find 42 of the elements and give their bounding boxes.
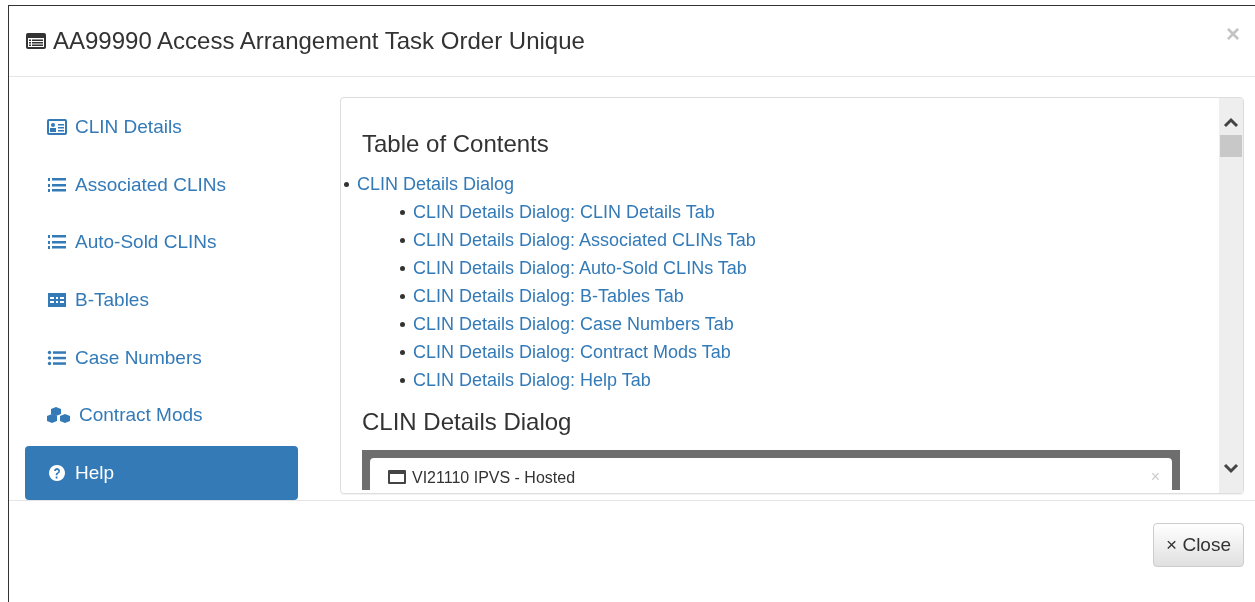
sidebar-item[interactable]: Case Numbers (25, 330, 298, 385)
sidebar-item[interactable]: Associated CLINs (25, 157, 298, 212)
sidebar-item[interactable]: B-Tables (25, 273, 298, 327)
table-icon (47, 291, 67, 309)
toc-link[interactable]: CLIN Details Dialog: Associated CLINs Tab (413, 226, 756, 254)
window-list-icon (25, 32, 47, 50)
list-icon (47, 348, 67, 367)
bullet-icon (400, 349, 405, 355)
bullet-icon (400, 293, 405, 299)
sidebar-item[interactable]: Contract Mods (25, 388, 298, 443)
bullet-icon (400, 265, 405, 271)
dialog-title: VI21110 IPVS - Hosted (412, 470, 577, 484)
bullet-icon (344, 181, 349, 187)
numbered-list-icon (47, 175, 67, 194)
toc-link[interactable]: CLIN Details Dialog: B-Tables Tab (413, 282, 684, 310)
toc-link[interactable]: CLIN Details Dialog: Case Numbers Tab (413, 310, 734, 338)
window-title: AA99990 Access Arrangement Task Order Unique (53, 27, 585, 55)
scroll-thumb[interactable] (1220, 134, 1242, 157)
toc-link[interactable]: CLIN Details Dialog: Contract Mods Tab (413, 338, 731, 366)
window-list-icon (388, 470, 406, 484)
sidebar-item[interactable]: CLIN Details (25, 100, 298, 154)
toc-heading: Table of Contents (362, 130, 550, 158)
numbered-list-icon (47, 233, 67, 252)
chevron-up-icon[interactable] (1223, 116, 1239, 128)
toc-link[interactable]: CLIN Details Dialog (357, 170, 515, 198)
id-card-icon (47, 117, 67, 136)
toc-link[interactable]: CLIN Details Dialog: Help Tab (413, 366, 651, 394)
toc-link[interactable]: CLIN Details Dialog: Auto-Sold CLINs Tab (413, 254, 747, 282)
sidebar-item[interactable]: Auto-Sold CLINs (25, 215, 298, 270)
chevron-down-icon[interactable] (1223, 463, 1239, 475)
close-icon: × (1150, 470, 1160, 484)
toc-link[interactable]: CLIN Details Dialog: CLIN Details Tab (413, 198, 715, 226)
bullet-icon (400, 377, 405, 383)
close-button[interactable]: × Close (1153, 523, 1244, 567)
bullet-icon (400, 209, 405, 215)
scrollbar[interactable] (1219, 98, 1243, 493)
sidebar-item[interactable]: Help (25, 446, 298, 501)
question-icon (47, 464, 67, 483)
bullet-icon (400, 321, 405, 327)
bullet-icon (400, 237, 405, 243)
section-heading: CLIN Details Dialog (362, 408, 573, 436)
cubes-icon (47, 406, 71, 425)
